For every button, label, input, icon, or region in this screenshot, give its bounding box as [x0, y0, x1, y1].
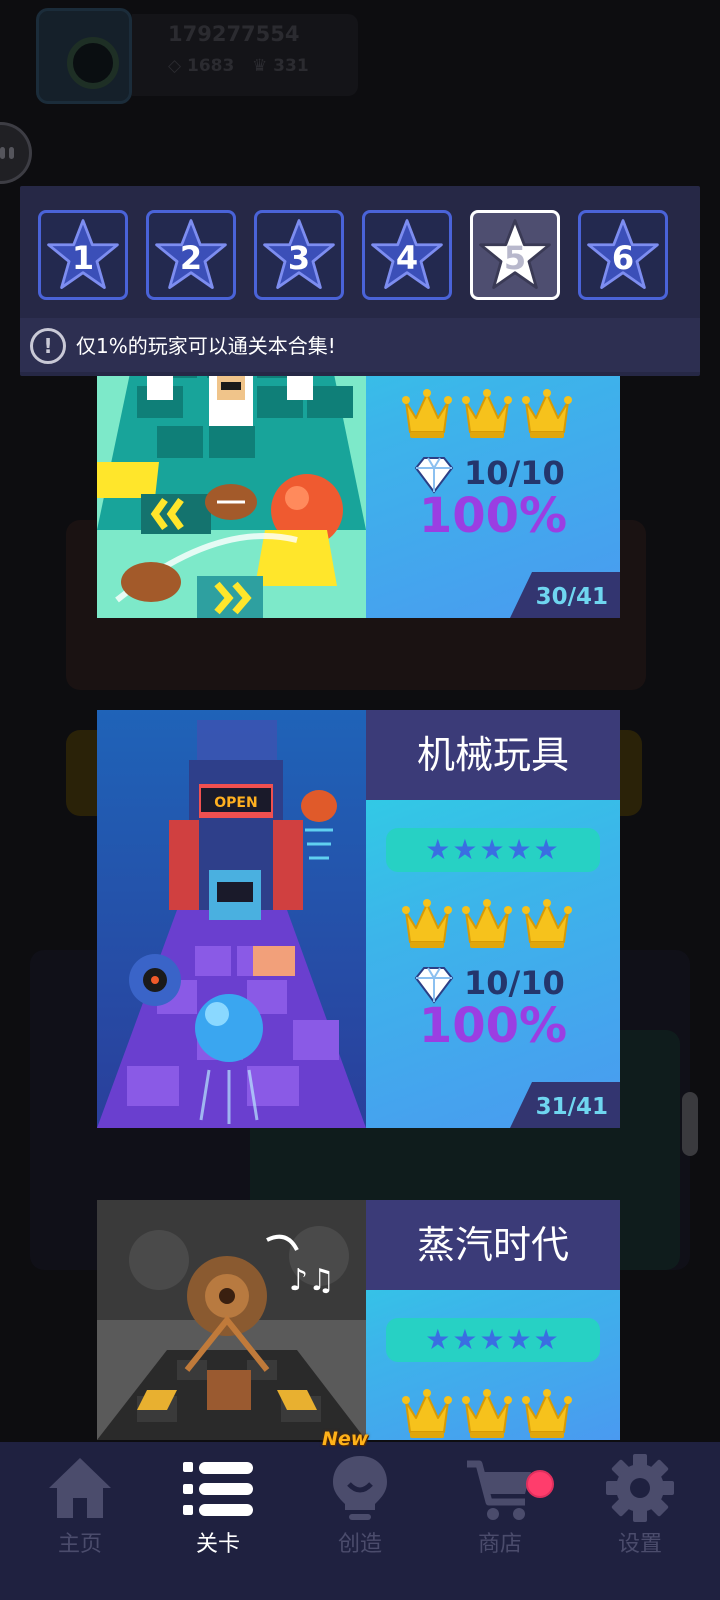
nav-label: 商店	[477, 1532, 522, 1557]
crown-icon	[462, 899, 512, 948]
level-tab-5[interactable]: 5	[470, 210, 560, 300]
new-badge: New	[322, 1428, 369, 1450]
crown-icon	[522, 389, 572, 438]
level-tab-number: 5	[503, 239, 527, 277]
crown-count: ♛ 331	[252, 56, 309, 76]
gear-icon	[606, 1454, 674, 1522]
level-tab-number: 6	[611, 239, 635, 277]
crown-icon	[402, 1389, 452, 1438]
crown-icon	[402, 899, 452, 948]
level-tab-6[interactable]: 6	[578, 210, 668, 300]
notification-dot	[526, 1470, 554, 1498]
svg-text:♪♫: ♪♫	[289, 1263, 335, 1298]
scrollbar[interactable]	[682, 1092, 698, 1156]
gem-count: ◇ 1683	[168, 56, 235, 76]
level-tab-number: 3	[287, 239, 311, 277]
level-info-panel: 机械玩具 ★★★★★ 10/10 100% 31/41	[366, 710, 620, 1128]
level-tab-number: 2	[179, 239, 203, 277]
cart-icon	[467, 1460, 531, 1520]
gem-count-value: 1683	[187, 56, 235, 76]
bottom-nav: 主页 关卡 创造 商店 设置	[0, 1442, 720, 1600]
level-thumbnail[interactable]: ♪♫	[97, 1200, 366, 1440]
pause-icon	[0, 147, 5, 159]
level-info-panel: 蒸汽时代 ★★★★★	[366, 1200, 620, 1440]
crown-rating	[402, 898, 582, 954]
level-title: 蒸汽时代	[366, 1200, 620, 1290]
nav-item-create[interactable]: 创造	[288, 1442, 432, 1600]
bulb-icon	[333, 1456, 387, 1520]
crown-rating	[402, 388, 582, 444]
home-icon	[49, 1458, 111, 1518]
level-thumbnail[interactable]: OPEN	[97, 710, 366, 1128]
crown-icon	[462, 389, 512, 438]
level-card[interactable]: ♪♫ 蒸汽时代 ★★★★★	[97, 1200, 620, 1440]
level-tab-1[interactable]: 1	[38, 210, 128, 300]
level-index: 30/41	[535, 584, 608, 610]
nav-label: 创造	[337, 1532, 382, 1557]
nav-item-shop[interactable]: 商店	[428, 1442, 572, 1600]
difficulty-stars: ★★★★★	[386, 1318, 600, 1362]
level-tab-number: 1	[71, 239, 95, 277]
level-title: 机械玩具	[366, 710, 620, 800]
crown-icon	[462, 1389, 512, 1438]
nav-item-settings[interactable]: 设置	[568, 1442, 712, 1600]
level-tabs-panel: 1 2 3 4 5 6 ! 仅1%的玩家可以通关本合集!	[20, 186, 700, 376]
level-tab-4[interactable]: 4	[362, 210, 452, 300]
completion-percent: 100%	[418, 488, 568, 544]
list-icon	[183, 1462, 253, 1516]
user-id: 179277554	[168, 22, 300, 46]
svg-text:OPEN: OPEN	[214, 795, 257, 811]
difficulty-stars: ★★★★★	[386, 828, 600, 872]
notice-text: 仅1%的玩家可以通关本合集!	[76, 334, 336, 358]
nav-label: 关卡	[195, 1532, 240, 1557]
level-card[interactable]: OPEN 机械玩具 ★★★★★ 10/10 100% 31/41	[97, 710, 620, 1128]
notice-bar: ! 仅1%的玩家可以通关本合集!	[20, 318, 700, 372]
level-tab-2[interactable]: 2	[146, 210, 236, 300]
level-index: 31/41	[535, 1094, 608, 1120]
crown-icon	[522, 899, 572, 948]
level-tab-3[interactable]: 3	[254, 210, 344, 300]
level-tab-number: 4	[395, 239, 419, 277]
nav-item-home[interactable]: 主页	[8, 1442, 152, 1600]
completion-percent: 100%	[418, 998, 568, 1054]
crown-icon	[402, 389, 452, 438]
gem-progress-text: 10/10	[464, 454, 565, 492]
nav-label: 设置	[617, 1532, 662, 1557]
crown-rating	[402, 1388, 582, 1440]
nav-label: 主页	[57, 1532, 102, 1557]
crown-icon	[522, 1389, 572, 1438]
avatar[interactable]	[36, 8, 132, 104]
gem-progress-text: 10/10	[464, 964, 565, 1002]
info-icon: !	[30, 328, 66, 364]
crown-count-value: 331	[273, 56, 309, 76]
nav-item-levels[interactable]: 关卡	[146, 1442, 290, 1600]
